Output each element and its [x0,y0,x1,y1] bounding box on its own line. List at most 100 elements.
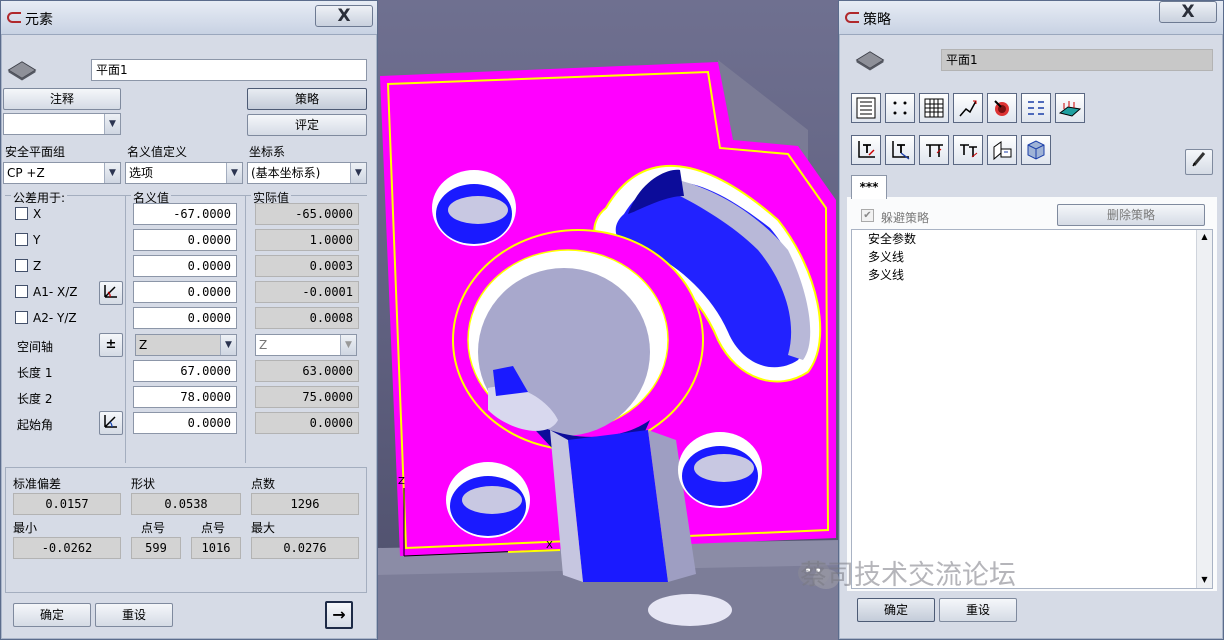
cad-viewport[interactable]: Z X [378,0,840,640]
coord-sys-label: 坐标系 [249,145,286,159]
nominal-z[interactable]: 0.0000 [133,255,237,277]
safety-group-select[interactable]: CP +Z ▼ [3,162,121,184]
chevron-down-icon: ▼ [220,335,236,355]
app-icon [7,12,21,23]
tolerance-header: 公差用于: [11,189,68,206]
points-value: 1296 [251,493,359,515]
avoid-strategy-checkbox[interactable]: ✔ [861,209,874,222]
nominal-y[interactable]: 0.0000 [133,229,237,251]
row-label-a1: A1- X/Z [33,285,78,299]
nominal-x[interactable]: -67.0000 [133,203,237,225]
list-strategy-icon[interactable] [851,93,881,123]
app-icon [845,12,859,23]
watermark-text: 蔡司技术交流论坛 [800,560,1016,591]
probe-tool-icon[interactable] [919,135,949,165]
strategy-button[interactable]: 策略 [247,88,367,110]
nominal-def-select[interactable]: 选项 ▼ [125,162,243,184]
strategy-ok-button[interactable]: 确定 [857,598,935,622]
min-point-label: 点号 [141,521,166,535]
polyline-strategy-icon[interactable] [953,93,983,123]
list-item[interactable]: 多义线 [852,266,1212,284]
list-item[interactable]: 安全参数 [852,230,1212,248]
safety-group-label: 安全平面组 [5,145,66,159]
chevron-up-icon[interactable]: ▲ [1199,232,1210,243]
max-value: 0.0276 [251,537,359,559]
chevron-down-icon: ▼ [226,163,242,183]
tol-checkbox-y[interactable] [15,233,28,246]
start-angle-label: 起始角 [17,418,54,432]
probe-tool-icon[interactable] [987,135,1017,165]
annotate-button[interactable]: 注释 [3,88,121,110]
space-axis-actual-select: Z ▼ [255,334,357,356]
ok-button[interactable]: 确定 [13,603,91,627]
coord-sys-select[interactable]: (基本坐标系) ▼ [247,162,367,184]
coord-sys-value: (基本坐标系) [251,166,321,180]
max-point-value: 1016 [191,537,241,559]
list-item[interactable]: 多义线 [852,248,1212,266]
surface-strategy-icon[interactable] [1055,93,1085,123]
axis-z-label: Z [398,476,405,487]
nominal-a1[interactable]: 0.0000 [133,281,237,303]
annotation-dropdown[interactable]: ▼ [3,113,121,135]
tol-checkbox-a1[interactable] [15,285,28,298]
tol-checkbox-a2[interactable] [15,311,28,324]
tol-checkbox-z[interactable] [15,259,28,272]
length2-nominal[interactable]: 78.0000 [133,386,237,408]
list-scrollbar[interactable]: ▲ ▼ [1196,230,1212,588]
stddev-label: 标准偏差 [13,477,62,491]
strategy-feature-name: 平面1 [941,49,1213,71]
angle-xz-icon[interactable] [99,281,123,305]
next-arrow-button[interactable]: → [325,601,353,629]
points-label: 点数 [251,477,276,491]
evaluate-button[interactable]: 评定 [247,114,367,136]
tol-checkbox-x[interactable] [15,207,28,220]
axis-x-label: X [546,540,553,551]
probe-tool-icon[interactable] [851,135,881,165]
nominal-def-value: 选项 [129,166,154,180]
chevron-down-icon: ▼ [350,163,366,183]
stddev-value: 0.0157 [13,493,121,515]
max-point-label: 点号 [201,521,226,535]
edit-pencil-icon[interactable] [1185,149,1213,175]
actual-a1: -0.0001 [255,281,359,303]
feature-name-input[interactable]: 平面1 [91,59,367,81]
reset-button[interactable]: 重设 [95,603,173,627]
chevron-down-icon: ▼ [340,335,356,355]
part-render [378,60,840,640]
arrows-strategy-icon[interactable] [1021,93,1051,123]
actual-a2: 0.0008 [255,307,359,329]
feature-dialog-title: 元素 [25,12,53,28]
grid-strategy-icon[interactable] [919,93,949,123]
length1-actual: 63.0000 [255,360,359,382]
plus-minus-button[interactable]: ± [99,333,123,357]
length1-nominal[interactable]: 67.0000 [133,360,237,382]
probe-tool-icon[interactable] [953,135,983,165]
strategy-list[interactable]: 安全参数 多义线 多义线 ▲ ▼ [851,229,1213,589]
chevron-down-icon: ▼ [104,114,120,134]
delete-strategy-button[interactable]: 删除策略 [1057,204,1205,226]
start-angle-icon[interactable] [99,411,123,435]
form-label: 形状 [131,477,156,491]
strategy-dialog-titlebar[interactable]: 策略 X [839,1,1223,35]
nominal-a2[interactable]: 0.0000 [133,307,237,329]
stylus-strategy-icon[interactable] [987,93,1017,123]
close-button[interactable]: X [1159,1,1217,23]
chevron-down-icon[interactable]: ▼ [1199,575,1210,586]
start-angle-nominal[interactable]: 0.0000 [133,412,237,434]
probe-tool-icon[interactable] [1021,135,1051,165]
column-divider [245,195,246,463]
space-axis-nominal-value: Z [139,338,148,352]
min-value: -0.0262 [13,537,121,559]
plane-feature-icon [7,61,37,81]
tab-strategy[interactable]: *** [851,175,887,199]
points-strategy-icon[interactable] [885,93,915,123]
space-axis-nominal-select[interactable]: Z ▼ [135,334,237,356]
space-axis-actual-value: Z [259,338,268,352]
close-button[interactable]: X [315,5,373,27]
chevron-down-icon: ▼ [104,163,120,183]
feature-dialog-titlebar[interactable]: 元素 X [1,1,377,35]
probe-tool-icon[interactable] [885,135,915,165]
strategy-reset-button[interactable]: 重设 [939,598,1017,622]
plane-feature-icon [855,51,885,71]
row-label-y: Y [33,233,41,247]
